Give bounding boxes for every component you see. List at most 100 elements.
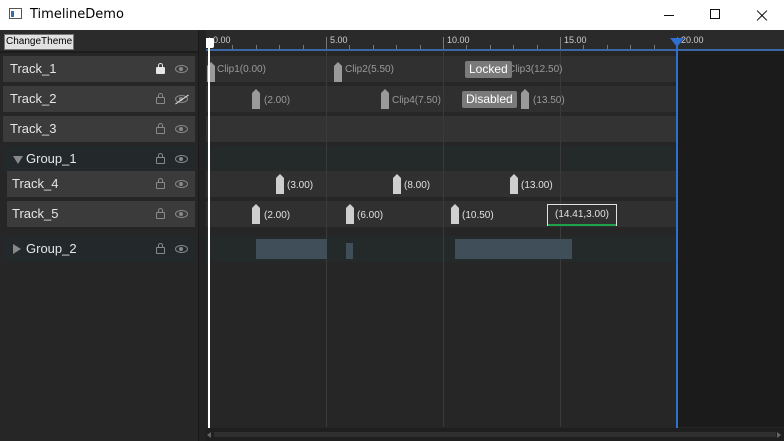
ruler-tick (326, 37, 327, 49)
group-summary-block[interactable] (346, 243, 353, 259)
time-ruler[interactable]: 0.00 5.00 10.00 15.00 20.00 (206, 30, 784, 51)
group-label: Group_1 (26, 151, 77, 166)
key-label: (3.00) (287, 180, 314, 191)
key-label: (10.50) (462, 210, 494, 221)
ruler-tick (490, 45, 491, 49)
group-header-2[interactable]: Group_2 (3, 236, 195, 262)
timeline-area[interactable]: 0.00 5.00 10.00 15.00 20.00 Clip1(0.00) … (206, 30, 784, 441)
key-marker[interactable] (252, 204, 260, 224)
selected-key[interactable]: (14.41,3.00) (547, 204, 617, 226)
clip-label: Clip2(5.50) (345, 64, 394, 75)
track-header-1[interactable]: Track_1 (3, 56, 195, 82)
lock-icon[interactable] (156, 178, 165, 189)
group-label: Group_2 (26, 241, 77, 256)
change-theme-button[interactable]: ChangeTheme (4, 34, 75, 50)
key-marker[interactable] (346, 204, 354, 224)
ruler-tick (232, 45, 233, 49)
ruler-label: 0.00 (213, 35, 231, 45)
lock-icon[interactable] (156, 243, 165, 254)
lock-icon[interactable] (156, 123, 165, 134)
eye-icon[interactable] (175, 65, 188, 73)
track-header-4[interactable]: Track_4 (7, 171, 195, 197)
clip-label: Clip1(0.00) (217, 64, 266, 75)
clip-marker[interactable] (252, 89, 260, 109)
clip-marker[interactable] (334, 62, 342, 82)
close-icon[interactable] (738, 0, 784, 30)
key-marker[interactable] (276, 174, 284, 194)
locked-badge: Locked (465, 61, 512, 78)
key-marker[interactable] (393, 174, 401, 194)
ruler-tick (513, 45, 514, 49)
track-label: Track_3 (10, 121, 57, 136)
track-label: Track_4 (12, 176, 59, 191)
scroll-left-icon[interactable] (207, 432, 211, 438)
eye-icon[interactable] (175, 210, 188, 218)
track-header-5[interactable]: Track_5 (7, 201, 195, 227)
out-of-range-area (677, 51, 784, 427)
selection-indicator (548, 224, 616, 226)
ruler-tick (279, 45, 280, 49)
clip-marker[interactable] (521, 89, 529, 109)
clip-marker[interactable] (381, 89, 389, 109)
lock-icon[interactable] (156, 208, 165, 219)
clip-label: Clip3(12.50) (508, 64, 563, 75)
horizontal-scrollbar[interactable] (206, 428, 784, 441)
playhead-handle[interactable] (206, 38, 214, 48)
track-label: Track_5 (12, 206, 59, 221)
scroll-right-icon[interactable] (777, 432, 781, 438)
track-list: Track_1 Track_2 Track_3 Group_1 Track_4 … (0, 53, 200, 441)
disabled-badge: Disabled (462, 91, 517, 108)
ruler-tick (537, 45, 538, 49)
ruler-tick (373, 45, 374, 49)
ruler-tick (396, 45, 397, 49)
key-label: (6.00) (357, 210, 384, 221)
minimize-icon[interactable] (646, 0, 692, 30)
ruler-tick (420, 45, 421, 49)
app-content: ChangeTheme Track_1 Track_2 Track_3 Grou… (0, 30, 784, 441)
lock-icon[interactable] (156, 153, 165, 164)
eye-hidden-icon[interactable] (175, 95, 188, 103)
collapse-arrow-icon[interactable] (13, 244, 21, 254)
key-label: (2.00) (264, 210, 291, 221)
eye-icon[interactable] (175, 155, 188, 163)
group-summary-block[interactable] (256, 239, 327, 259)
ruler-tick (630, 45, 631, 49)
lock-icon[interactable] (156, 63, 165, 74)
key-marker[interactable] (510, 174, 518, 194)
ruler-tick (303, 45, 304, 49)
maximize-icon[interactable] (692, 0, 738, 30)
end-marker[interactable] (670, 38, 684, 428)
selected-key-label: (14.41,3.00) (555, 209, 609, 220)
ruler-tick (583, 45, 584, 49)
clip-label: (13.50) (533, 95, 565, 106)
ruler-tick (349, 45, 350, 49)
key-label: (13.00) (521, 180, 553, 191)
window-title: TimelineDemo (30, 7, 124, 22)
eye-icon[interactable] (175, 245, 188, 253)
group-summary-block[interactable] (455, 239, 572, 259)
end-marker-handle[interactable] (670, 38, 684, 47)
track-header-3[interactable]: Track_3 (3, 116, 195, 142)
playhead[interactable] (206, 38, 214, 428)
lock-icon[interactable] (156, 93, 165, 104)
ruler-label: 10.00 (447, 35, 470, 45)
expand-arrow-icon[interactable] (13, 156, 23, 164)
scrollbar-thumb[interactable] (214, 432, 776, 437)
track-header-2[interactable]: Track_2 (3, 86, 195, 112)
group-header-1[interactable]: Group_1 (3, 146, 195, 172)
clip-label: (2.00) (264, 95, 291, 106)
ruler-tick (443, 37, 444, 49)
ruler-tick (560, 37, 561, 49)
title-bar: TimelineDemo (0, 0, 784, 30)
key-marker[interactable] (451, 204, 459, 224)
ruler-label: 15.00 (564, 35, 587, 45)
ruler-label: 20.00 (681, 35, 704, 45)
eye-icon[interactable] (175, 180, 188, 188)
eye-icon[interactable] (175, 125, 188, 133)
ruler-label: 5.00 (330, 35, 348, 45)
grid-line (443, 51, 444, 427)
clip-label: Clip4(7.50) (392, 95, 441, 106)
ruler-tick (654, 45, 655, 49)
ruler-tick (607, 45, 608, 49)
ruler-tick (256, 45, 257, 49)
